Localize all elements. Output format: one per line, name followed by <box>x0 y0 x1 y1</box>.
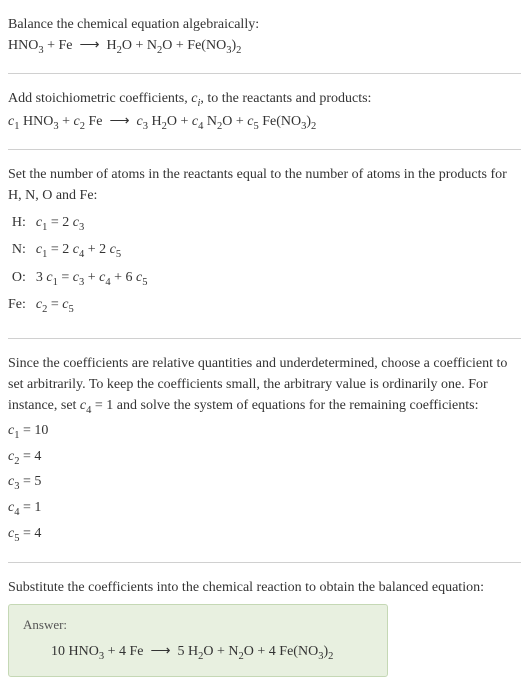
atoms-intro: Set the number of atoms in the reactants… <box>8 164 521 206</box>
divider <box>8 338 521 339</box>
coef-item: c5 = 4 <box>8 523 521 547</box>
answer-box: Answer: 10 HNO3 + 4 Fe ⟶ 5 H2O + N2O + 4… <box>8 604 388 677</box>
atoms-section: Set the number of atoms in the reactants… <box>8 158 521 330</box>
stoich-equation: c1 HNO3 + c2 Fe ⟶ c3 H2O + c4 N2O + c5 F… <box>8 111 521 135</box>
substitute-text: Substitute the coefficients into the che… <box>8 577 521 598</box>
answer-equation: 10 HNO3 + 4 Fe ⟶ 5 H2O + N2O + 4 Fe(NO3)… <box>23 641 373 665</box>
atom-expr: 3 c1 = c3 + c4 + 6 c5 <box>36 265 148 293</box>
atom-label: N: <box>8 237 36 265</box>
divider <box>8 562 521 563</box>
solve-intro: Since the coefficients are relative quan… <box>8 353 521 419</box>
atom-row: N: c1 = 2 c4 + 2 c5 <box>8 237 147 265</box>
atom-row: Fe: c2 = c5 <box>8 292 147 320</box>
atom-label: Fe: <box>8 292 36 320</box>
atom-expr: c2 = c5 <box>36 292 148 320</box>
atom-label: O: <box>8 265 36 293</box>
coef-list: c1 = 10 c2 = 4 c3 = 5 c4 = 1 c5 = 4 <box>8 420 521 546</box>
atom-row: O: 3 c1 = c3 + c4 + 6 c5 <box>8 265 147 293</box>
intro-equation: HNO3 + Fe ⟶ H2O + N2O + Fe(NO3)2 <box>8 35 521 59</box>
atoms-table: H: c1 = 2 c3 N: c1 = 2 c4 + 2 c5 O: 3 c1… <box>8 210 147 320</box>
intro-section: Balance the chemical equation algebraica… <box>8 8 521 65</box>
coef-item: c1 = 10 <box>8 420 521 444</box>
atom-label: H: <box>8 210 36 238</box>
divider <box>8 73 521 74</box>
atom-expr: c1 = 2 c3 <box>36 210 148 238</box>
coef-item: c4 = 1 <box>8 497 521 521</box>
atom-expr: c1 = 2 c4 + 2 c5 <box>36 237 148 265</box>
atom-row: H: c1 = 2 c3 <box>8 210 147 238</box>
coef-item: c3 = 5 <box>8 471 521 495</box>
substitute-section: Substitute the coefficients into the che… <box>8 571 521 683</box>
coef-item: c2 = 4 <box>8 446 521 470</box>
answer-label: Answer: <box>23 615 373 635</box>
divider <box>8 149 521 150</box>
solve-section: Since the coefficients are relative quan… <box>8 347 521 554</box>
stoich-section: Add stoichiometric coefficients, ci, to … <box>8 82 521 141</box>
stoich-text: Add stoichiometric coefficients, ci, to … <box>8 88 521 112</box>
intro-text: Balance the chemical equation algebraica… <box>8 14 521 35</box>
